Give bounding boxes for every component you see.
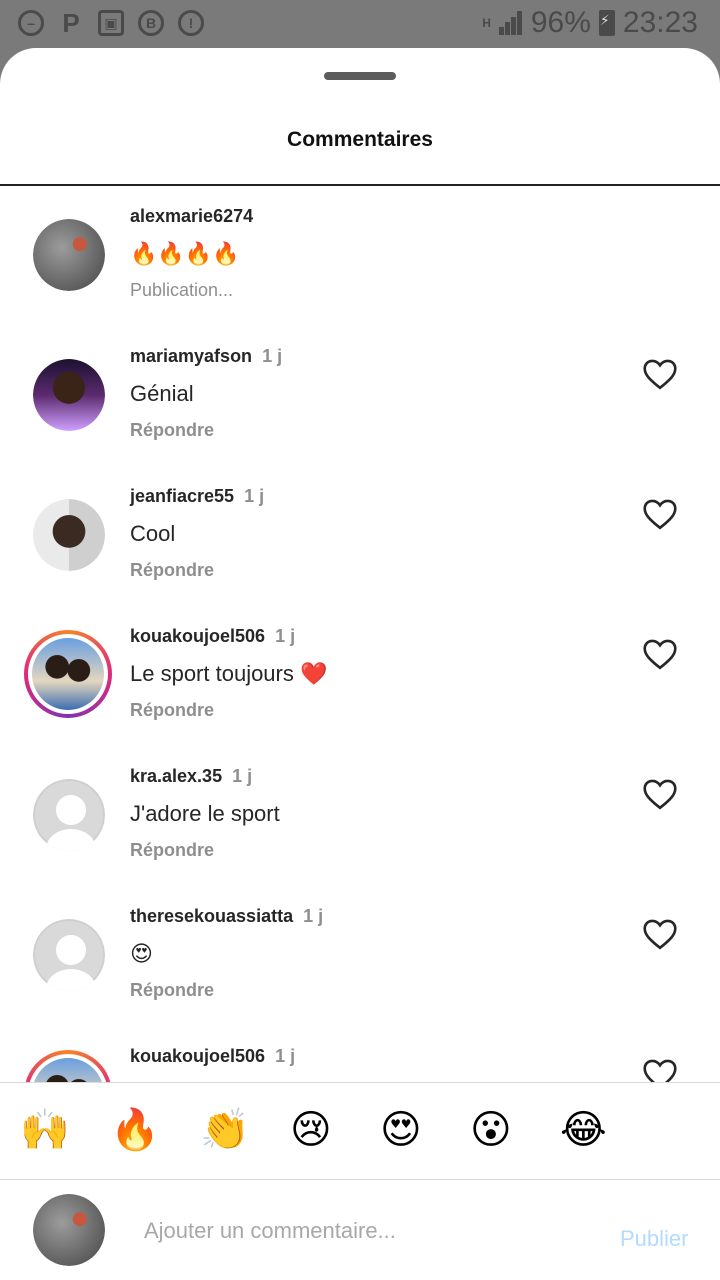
commenter-username[interactable]: kouakoujoel506 1 j [130,626,295,647]
network-type-label: H [482,16,491,30]
publish-button[interactable]: Publier [620,1226,688,1252]
like-heart-icon[interactable] [642,498,678,530]
reply-button[interactable]: Répondre [130,700,214,721]
commenter-username[interactable]: jeanfiacre55 1 j [130,486,264,507]
crying-emoji[interactable]: 😢 [290,1105,332,1155]
comment-item[interactable]: kouakoujoel506 1 j Le sport toujours ❤️ Rép… [0,606,720,746]
username-text[interactable]: kra.alex.35 [130,766,222,786]
image-icon: ▣ [98,10,124,36]
commenter-username[interactable]: alexmarie6274 [130,206,253,227]
commenter-username[interactable]: mariamyafson 1 j [130,346,282,367]
comment-timestamp: 1 j [244,486,265,506]
laughing-emoji[interactable]: 😂 [560,1105,607,1155]
comment-item[interactable]: alexmarie6274 🔥🔥🔥🔥 Publication... [0,186,720,326]
username-text[interactable]: theresekouassiatta [130,906,293,926]
comment-text: Le sport toujours ❤️ [130,661,328,686]
comment-composer: Ajouter un commentaire... Publier [0,1180,720,1280]
signal-icon [498,11,523,35]
commenter-avatar[interactable] [33,499,105,571]
comment-text: J'adore le sport [130,801,280,826]
comment-item[interactable]: jeanfiacre55 1 j Cool Répondre [0,466,720,606]
reply-button[interactable]: Répondre [130,420,214,441]
commenter-avatar[interactable] [33,919,105,991]
quick-emoji-bar: 🙌 🔥 👏 😢 😍 😮 😂 [0,1082,720,1180]
like-heart-icon[interactable] [642,778,678,810]
like-heart-icon[interactable] [642,918,678,950]
comment-timestamp: 1 j [275,1046,296,1066]
comment-list[interactable]: alexmarie6274 🔥🔥🔥🔥 Publication... mariamyaf… [0,186,720,1082]
commenter-avatar[interactable] [33,779,105,851]
comment-timestamp: 1 j [275,626,296,646]
comment-item[interactable]: theresekouassiatta 1 j 😍 Répondre [0,886,720,1026]
comment-item[interactable]: mariamyafson 1 j Génial Répondre [0,326,720,466]
comment-text: Génial [130,381,194,406]
username-text[interactable]: kouakoujoel506 [130,626,265,646]
battery-percent: 96% [530,6,591,39]
username-text[interactable]: kouakoujoel506 [130,1046,265,1066]
fire-emoji[interactable]: 🔥 [110,1105,160,1155]
commenter-avatar[interactable] [33,219,105,291]
username-text[interactable]: jeanfiacre55 [130,486,234,506]
comment-text: Cool [130,521,176,546]
sheet-drag-handle[interactable] [324,72,396,80]
comment-timestamp: 1 j [232,766,253,786]
battery-charging-icon [598,10,615,36]
commenter-username[interactable]: kra.alex.35 1 j [130,766,252,787]
current-user-avatar [33,1194,105,1266]
commenter-avatar[interactable] [24,630,112,718]
comment-input[interactable]: Ajouter un commentaire... [144,1218,396,1244]
commenter-avatar[interactable] [24,1050,112,1082]
username-text[interactable]: alexmarie6274 [130,206,253,226]
like-heart-icon[interactable] [642,1058,678,1082]
comment-text: 🔥🔥🔥🔥 [130,241,240,266]
status-notification-icons: – P ▣ B ! [18,7,204,38]
like-heart-icon[interactable] [642,638,678,670]
sheet-title: Commentaires [287,128,433,151]
commenter-avatar[interactable] [33,359,105,431]
reply-button[interactable]: Répondre [130,560,214,581]
chat-alert-icon: ! [178,10,204,36]
do-not-disturb-icon: – [18,10,44,36]
comments-sheet: Commentaires alexmarie6274 🔥🔥🔥🔥 Publicatio… [0,48,720,1280]
heart-eyes-emoji[interactable]: 😍 [380,1105,422,1155]
b-app-icon: B [138,10,164,36]
comment-text: 😍 [130,941,153,966]
commenter-username[interactable]: theresekouassiatta 1 j [130,906,323,927]
commenter-username[interactable]: kouakoujoel506 1 j [130,1046,295,1067]
comment-item[interactable]: kouakoujoel506 1 j [0,1026,720,1082]
status-system-icons: H 96% 23:23 [482,6,698,40]
comment-timestamp: 1 j [262,346,283,366]
clapping-emoji[interactable]: 👏 [200,1105,250,1155]
parking-app-icon: P [62,7,80,38]
reply-button[interactable]: Répondre [130,980,214,1001]
reply-button[interactable]: Répondre [130,840,214,861]
clock: 23:23 [622,6,698,39]
comment-timestamp: 1 j [303,906,324,926]
raising-hands-emoji[interactable]: 🙌 [20,1105,70,1155]
like-heart-icon[interactable] [642,358,678,390]
surprised-emoji[interactable]: 😮 [470,1105,512,1155]
comment-item[interactable]: kra.alex.35 1 j J'adore le sport Répondre [0,746,720,886]
posting-status: Publication... [130,280,234,300]
status-bar: – P ▣ B ! H 96% 23:23 [0,0,720,48]
username-text[interactable]: mariamyafson [130,346,252,366]
